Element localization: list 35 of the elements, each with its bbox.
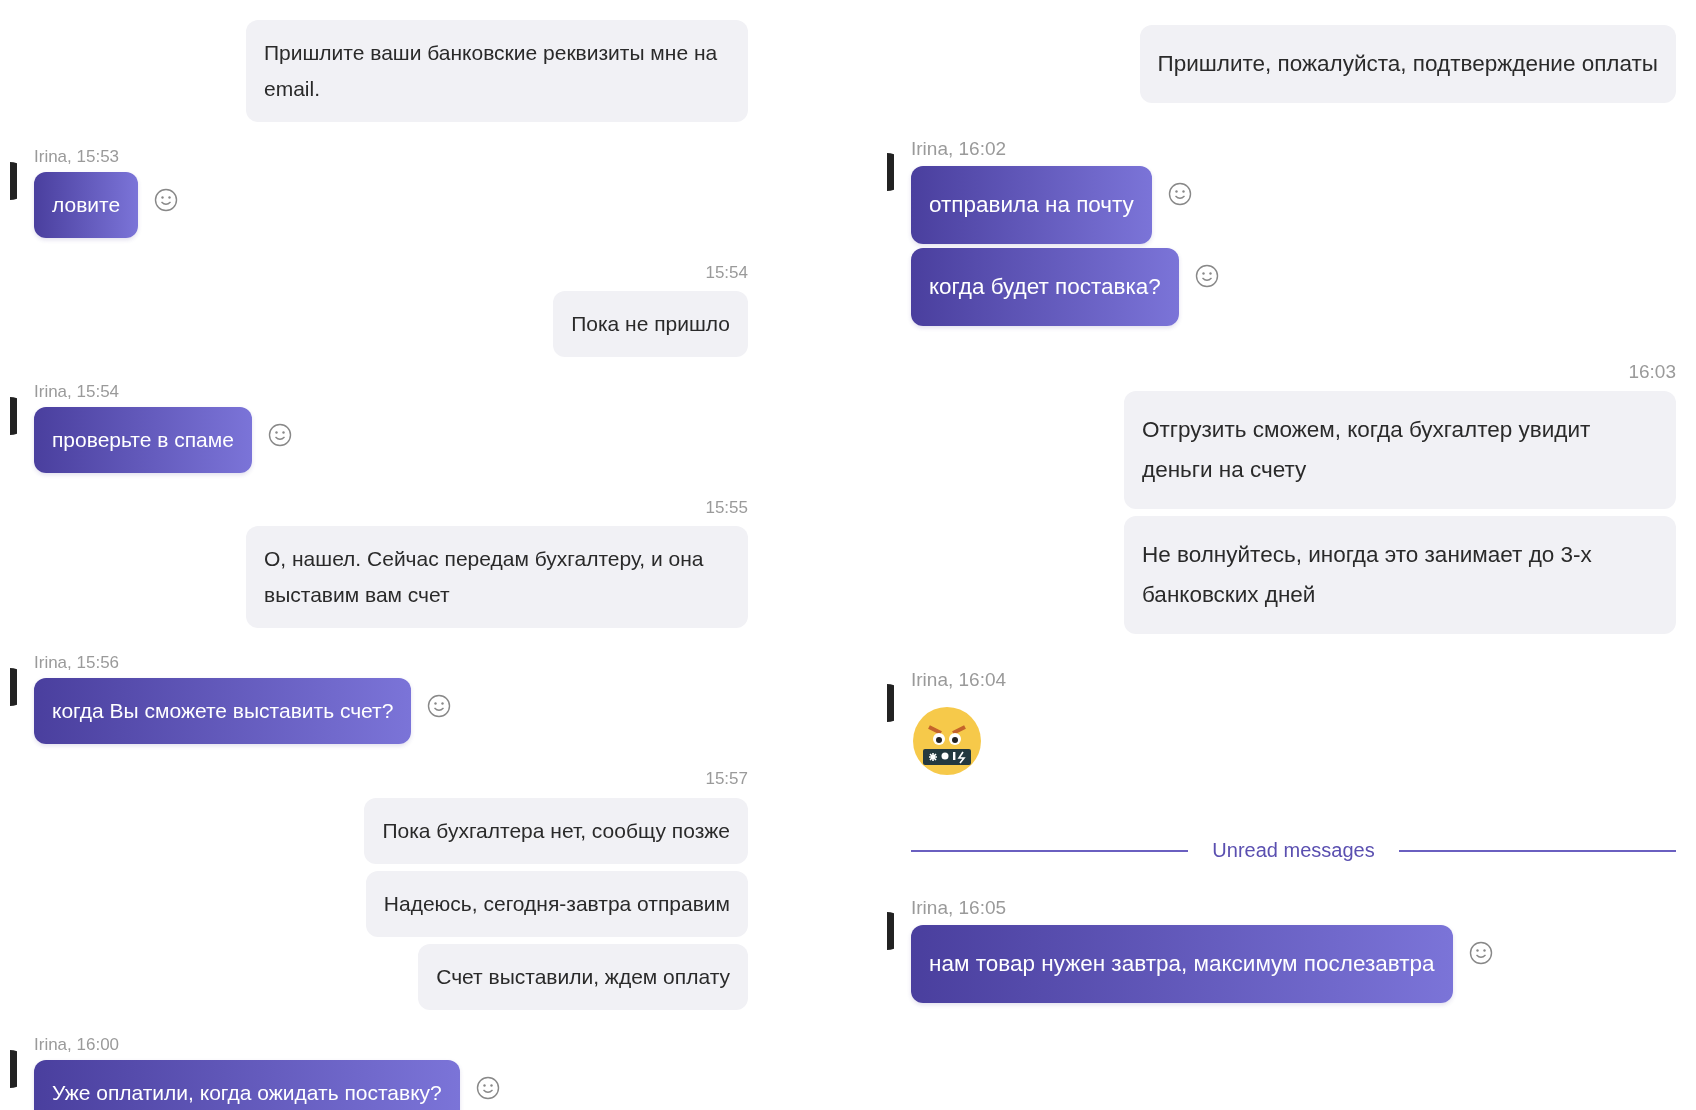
sender-time: Irina, 15:54 [34, 381, 120, 404]
smiley-icon[interactable] [1167, 181, 1192, 206]
smiley-icon[interactable] [1194, 263, 1219, 288]
sender-time: Irina, 16:04 [911, 668, 1007, 693]
sender-time: Irina, 16:02 [911, 137, 1007, 161]
sent-message-bubble: Пока бухгалтера нет, сообщу позже [364, 797, 748, 864]
received-message-bubble: проверьте в спаме [34, 407, 252, 474]
sent-message-bubble: Счет выставили, ждем оплату [418, 943, 748, 1010]
smiley-icon[interactable] [1468, 940, 1493, 965]
received-message-bubble: когда Вы сможете выставить счет? [34, 678, 412, 745]
smiley-icon[interactable] [154, 188, 179, 213]
sent-message-bubble: Отгрузить сможем, когда бухгалтер увидит деньги на счету [1124, 391, 1676, 510]
sender-time: Irina, 15:53 [34, 146, 120, 168]
received-message-bubble: отправила на почту [911, 165, 1152, 244]
message-time: 15:55 [705, 497, 748, 520]
smiley-icon[interactable] [427, 694, 452, 719]
sender-time: Irina, 15:56 [34, 652, 120, 675]
sent-message-bubble: Не волнуйтесь, иногда это занимает до 3-х банковских дней [1124, 516, 1676, 635]
smiley-icon[interactable] [475, 1075, 500, 1100]
received-message-bubble: нам товар нужен завтра, максимум послезавтра [911, 924, 1453, 1003]
unread-divider-label: Unread messages [1212, 839, 1375, 863]
received-message-bubble: Уже оплатили, когда ожидать поставку? [34, 1059, 460, 1110]
sent-message-bubble: О, нашел. Сейчас передам бухгалтеру, и она выставим вам счет [246, 526, 748, 629]
smiley-icon[interactable] [267, 423, 292, 448]
sender-time: Irina, 16:00 [34, 1033, 120, 1056]
message-time: 15:54 [705, 262, 748, 285]
message-time: 16:03 [1628, 359, 1676, 384]
sender-time: Irina, 16:05 [911, 896, 1007, 921]
received-message-bubble: когда будет поставка? [911, 247, 1179, 326]
message-time: 15:57 [705, 768, 748, 791]
sent-message-bubble: Пока не пришло [553, 291, 748, 358]
sent-message-bubble: Пришлите, пожалуйста, подтверждение оплаты [1139, 25, 1676, 103]
sent-message-bubble: Надеюсь, сегодня-завтра отправим [365, 870, 748, 937]
sent-message-bubble: Пришлите ваши банковские реквизиты мне на email. [246, 20, 748, 122]
received-message-bubble: ловите [34, 172, 139, 239]
